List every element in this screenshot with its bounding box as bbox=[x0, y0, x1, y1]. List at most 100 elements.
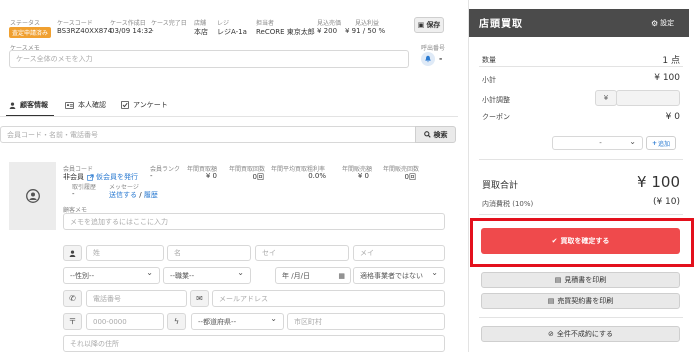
qty-divider bbox=[479, 66, 683, 67]
confirm-purchase-label: 買取を確定する bbox=[560, 237, 610, 245]
user-avatar-icon bbox=[25, 189, 40, 203]
register-label: レジ bbox=[217, 20, 230, 27]
est-profit-label: 見込利益 bbox=[355, 20, 380, 27]
first-name-input[interactable]: 名 bbox=[167, 245, 251, 261]
postal-code-input[interactable]: 000-0000 bbox=[86, 313, 164, 330]
tab-customer-info-label: 顧客情報 bbox=[20, 101, 48, 109]
annual-sales-value: ¥ 0 bbox=[357, 172, 369, 180]
side-panel-title: 店頭買取 bbox=[479, 19, 523, 30]
tab-identity-check-label: 本人確認 bbox=[78, 101, 106, 109]
id-card-icon bbox=[65, 101, 74, 109]
first-name-kana-input[interactable]: メイ bbox=[353, 245, 445, 261]
coupon-select[interactable]: - bbox=[552, 136, 643, 150]
postal-mark-icon: 〒 bbox=[63, 313, 82, 330]
adjust-label: 小計調整 bbox=[482, 96, 510, 104]
tab-customer-info[interactable]: 顧客情報 bbox=[9, 96, 48, 114]
subtotal-label: 小計 bbox=[482, 76, 496, 84]
cancel-all-label: 全件不成約にする bbox=[556, 330, 613, 338]
last-name-kana-input[interactable]: セイ bbox=[255, 245, 349, 261]
subtotal-value: ¥ 100 bbox=[654, 73, 680, 83]
issue-provisional-member-link[interactable]: 仮会員を発行 bbox=[87, 172, 138, 182]
confirm-purchase-button[interactable]: ✔ 買取を確定する bbox=[481, 228, 680, 254]
buttons-divider bbox=[479, 317, 683, 318]
created-value: 03/09 14:32 bbox=[110, 27, 153, 35]
check-icon: ✔ bbox=[551, 237, 558, 245]
print-contract-button[interactable]: ▤ 売買契約書を印刷 bbox=[481, 293, 680, 309]
tax-label: 内消費税 (10%) bbox=[482, 200, 534, 208]
address-input[interactable]: それ以降の住所 bbox=[63, 335, 445, 352]
external-link-icon bbox=[87, 173, 94, 181]
call-number-label: 呼出番号 bbox=[421, 45, 446, 52]
subtotal-adjust-input[interactable] bbox=[616, 90, 680, 106]
invoice-select[interactable]: 適格事業者ではない bbox=[353, 267, 445, 284]
tab-survey[interactable]: アンケート bbox=[121, 96, 168, 114]
customer-memo-input[interactable]: メモを追加するにはここに入力 bbox=[63, 213, 445, 230]
qty-value: 1 点 bbox=[662, 56, 680, 66]
store-label: 店舗 bbox=[194, 20, 207, 27]
side-panel-header: 店頭買取 ⚙ 設定 bbox=[469, 9, 689, 37]
total-label: 買取合計 bbox=[482, 181, 519, 191]
history-value: - bbox=[72, 190, 75, 198]
occupation-select[interactable]: --職業-- bbox=[163, 267, 251, 284]
search-button-label: 検索 bbox=[433, 130, 448, 139]
search-icon bbox=[423, 131, 431, 138]
rank-value: - bbox=[150, 172, 153, 180]
city-input[interactable]: 市区町村 bbox=[287, 313, 445, 330]
last-name-input[interactable]: 姓 bbox=[86, 245, 164, 261]
mail-icon: ✉ bbox=[190, 290, 209, 307]
send-message-link[interactable]: 送信する bbox=[109, 191, 137, 199]
tabs-divider bbox=[0, 116, 458, 117]
case-code-label: ケースコード bbox=[57, 20, 93, 27]
gender-select[interactable]: --性別-- bbox=[63, 267, 160, 284]
coupon-label: クーポン bbox=[482, 113, 510, 121]
store-value: 本店 bbox=[194, 28, 208, 36]
customer-search-input[interactable]: 会員コード・名前・電話番号 bbox=[0, 126, 416, 143]
person-icon bbox=[63, 245, 82, 261]
search-button[interactable]: 検索 bbox=[415, 126, 456, 143]
save-button[interactable]: ▣ 保存 bbox=[414, 17, 444, 33]
add-coupon-button[interactable]: + 追加 bbox=[646, 136, 676, 150]
case-header: ステータス 査定申請済み ケースコード BS3RZ40XX874 ケース作成日 … bbox=[0, 0, 455, 41]
completed-value: - bbox=[151, 27, 154, 35]
print-estimate-label: 見積書を印刷 bbox=[564, 276, 607, 284]
checkbox-icon bbox=[121, 101, 129, 109]
annual-purchase-value: ¥ 0 bbox=[205, 172, 217, 180]
case-code-value: BS3RZ40XX874 bbox=[57, 27, 113, 35]
call-number-value: - bbox=[439, 54, 443, 63]
qty-label: 数量 bbox=[482, 56, 496, 64]
coupon-divider bbox=[479, 159, 683, 160]
user-icon bbox=[9, 101, 16, 109]
customer-avatar bbox=[9, 162, 56, 230]
phone-input[interactable]: 電話番号 bbox=[86, 290, 187, 307]
save-label: 保存 bbox=[426, 21, 441, 29]
coupon-value: ¥ 0 bbox=[665, 112, 680, 122]
cancel-all-button[interactable]: ⊘ 全件不成約にする bbox=[481, 326, 680, 342]
lightning-icon[interactable]: ϟ bbox=[167, 313, 186, 330]
birthdate-value: 年 /月/日 bbox=[282, 271, 310, 280]
annual-count-value: 0回 bbox=[252, 173, 264, 181]
save-icon: ▣ bbox=[417, 21, 425, 29]
print-estimate-button[interactable]: ▤ 見積書を印刷 bbox=[481, 272, 680, 288]
bell-icon[interactable] bbox=[421, 52, 435, 66]
calendar-icon: ▦ bbox=[338, 271, 345, 280]
tab-identity-check[interactable]: 本人確認 bbox=[65, 96, 106, 114]
email-input[interactable]: メールアドレス bbox=[212, 290, 445, 307]
completed-label: ケース完了日 bbox=[151, 20, 187, 27]
message-history-link[interactable]: 履歴 bbox=[144, 191, 158, 199]
case-memo-input[interactable]: ケース全体のメモを入力 bbox=[9, 50, 409, 68]
message-links: 送信する / 履歴 bbox=[109, 190, 158, 200]
est-sales-value: ¥ 200 bbox=[317, 27, 338, 35]
tab-survey-label: アンケート bbox=[133, 101, 168, 109]
prefecture-select[interactable]: --都道府県-- bbox=[191, 313, 284, 330]
annual-sales-count-value: 0回 bbox=[404, 173, 416, 181]
provisional-link-label: 仮会員を発行 bbox=[96, 173, 138, 181]
adjust-currency-prefix: ¥ bbox=[595, 90, 617, 106]
est-sales-label: 見込売価 bbox=[317, 20, 342, 27]
birthdate-input[interactable]: 年 /月/日 ▦ bbox=[275, 267, 351, 284]
status-label: ステータス bbox=[10, 20, 41, 27]
total-divider bbox=[479, 214, 683, 215]
settings-label: 設定 bbox=[660, 19, 675, 27]
print-icon: ▤ bbox=[547, 297, 555, 305]
gear-icon: ⚙ bbox=[651, 18, 659, 28]
settings-button[interactable]: ⚙ 設定 bbox=[651, 18, 674, 28]
